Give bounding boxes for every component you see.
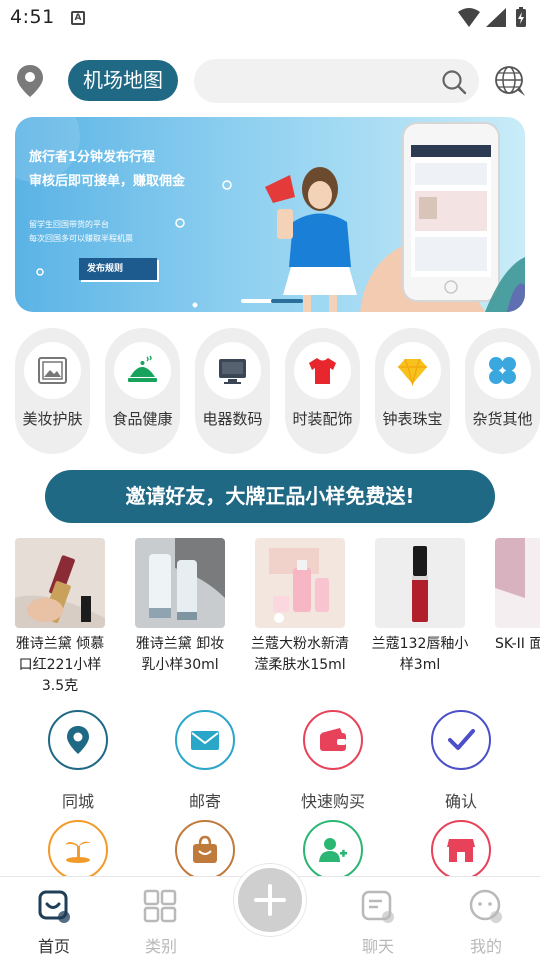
category-label: 钟表珠宝 xyxy=(382,410,443,428)
service-label: 同城 xyxy=(61,792,94,811)
wallet-icon xyxy=(320,728,346,751)
banner-subtext-2: 每次回国多可以赚取半程机票 xyxy=(29,234,133,243)
product-name: 兰蔻大粉水新清滢柔肤水15ml xyxy=(251,636,349,673)
banner-headline-1: 旅行者1分钟发布行程 xyxy=(29,150,156,165)
grid-icon xyxy=(143,889,177,923)
food-cloche-icon xyxy=(128,355,157,382)
service-label: 邮寄 xyxy=(188,792,221,811)
product-image xyxy=(375,538,465,628)
palm-island-icon xyxy=(65,841,91,863)
category-label: 电器数码 xyxy=(202,410,263,428)
publish-rules-button[interactable]: 发布规则 xyxy=(79,258,157,280)
monitor-icon xyxy=(219,359,246,384)
checkmark-icon xyxy=(448,729,475,750)
category-label: 美妆护肤 xyxy=(22,410,83,428)
clover-icon xyxy=(489,357,516,384)
publish-plus-button[interactable] xyxy=(234,864,306,936)
banner-dot[interactable] xyxy=(271,299,303,303)
nav-home[interactable]: 首页 xyxy=(19,887,89,957)
product-name: 兰蔻132唇釉小样3ml xyxy=(371,636,469,673)
status-bar: 4:51 A xyxy=(0,0,540,36)
category-label: 杂货其他 xyxy=(472,410,533,428)
service-travel[interactable] xyxy=(28,820,128,880)
product-image xyxy=(15,538,105,628)
product-image xyxy=(135,538,225,628)
diamond-icon xyxy=(398,358,427,386)
category-jewelry[interactable]: 钟表珠宝 xyxy=(375,328,450,454)
status-icons xyxy=(456,6,532,34)
header: 机场地图 xyxy=(0,58,540,104)
category-label: 时装配饰 xyxy=(292,410,353,428)
wifi-icon xyxy=(458,8,480,27)
product-card[interactable]: 雅诗兰黛 卸妆乳小样30ml xyxy=(135,538,235,676)
service-mail[interactable]: 邮寄 xyxy=(155,710,255,812)
category-electronics[interactable]: 电器数码 xyxy=(195,328,270,454)
globe-chat-icon[interactable] xyxy=(493,64,527,98)
photo-frame-icon xyxy=(38,357,67,384)
nav-label: 我的 xyxy=(469,937,502,956)
location-pin-icon xyxy=(67,726,89,754)
search-bar[interactable] xyxy=(194,59,479,103)
service-label: 快速购买 xyxy=(300,792,365,811)
product-image xyxy=(255,538,345,628)
nav-label: 首页 xyxy=(37,937,70,956)
product-card[interactable]: 兰蔻132唇釉小样3ml xyxy=(372,538,475,676)
product-card[interactable]: SK-II 面 xyxy=(495,538,540,655)
nav-label: 类别 xyxy=(144,937,177,956)
store-icon xyxy=(447,839,475,862)
banner-subtext-1: 留学生回国带货的平台 xyxy=(29,220,109,229)
category-other[interactable]: 杂货其他 xyxy=(465,328,540,454)
search-input[interactable] xyxy=(208,59,428,103)
service-confirm[interactable]: 确认 xyxy=(411,710,511,812)
promo-banner[interactable]: 旅行者1分钟发布行程 审核后即可接单，赚取佣金 留学生回国带货的平台 每次回国多… xyxy=(15,117,525,312)
banner-dot[interactable] xyxy=(241,299,273,303)
signal-icon xyxy=(486,8,506,27)
nav-chat[interactable]: 聊天 xyxy=(343,887,413,957)
search-icon[interactable] xyxy=(441,69,467,95)
product-card[interactable]: 雅诗兰黛 倾慕口红221小样3.5克 xyxy=(15,538,115,697)
service-same-city[interactable]: 同城 xyxy=(28,710,128,812)
location-pin-icon[interactable] xyxy=(15,64,45,98)
service-shopping[interactable] xyxy=(155,820,255,880)
profile-icon xyxy=(469,889,502,923)
nav-category[interactable]: 类别 xyxy=(126,887,196,957)
status-time: 4:51 xyxy=(10,6,55,28)
shopping-bag-icon xyxy=(193,835,217,863)
home-icon xyxy=(38,890,70,923)
service-store[interactable] xyxy=(411,820,511,880)
category-food[interactable]: 食品健康 xyxy=(105,328,180,454)
a-box-icon: A xyxy=(71,11,85,25)
nav-label: 聊天 xyxy=(361,937,394,956)
tshirt-icon xyxy=(309,358,336,384)
invite-friends-button[interactable]: 邀请好友，大牌正品小样免费送! xyxy=(45,470,495,523)
category-label: 食品健康 xyxy=(112,410,173,428)
product-row: 雅诗兰黛 倾慕口红221小样3.5克 雅诗兰黛 卸妆乳小样30ml 兰蔻大粉水新… xyxy=(15,538,540,698)
product-name: SK-II 面 xyxy=(495,636,540,652)
nav-profile[interactable]: 我的 xyxy=(451,887,521,957)
service-quick-buy[interactable]: 快速购买 xyxy=(283,710,383,812)
service-label: 确认 xyxy=(444,792,477,811)
add-user-icon xyxy=(319,838,347,862)
category-beauty[interactable]: 美妆护肤 xyxy=(15,328,90,454)
product-card[interactable]: 兰蔻大粉水新清滢柔肤水15ml xyxy=(251,538,355,676)
envelope-icon xyxy=(191,731,219,750)
banner-headline-2: 审核后即可接单，赚取佣金 xyxy=(29,174,186,189)
product-image xyxy=(495,538,540,628)
airport-map-button[interactable]: 机场地图 xyxy=(68,60,178,101)
home-screen: 4:51 A 机场地图 旅行者1分钟发布行程 审核后即可接单，赚取佣金 留学生回… xyxy=(0,0,540,960)
battery-charging-icon xyxy=(516,7,526,27)
plus-icon xyxy=(254,884,286,916)
service-add-user[interactable] xyxy=(283,820,383,880)
product-name: 雅诗兰黛 卸妆乳小样30ml xyxy=(135,636,225,673)
category-fashion[interactable]: 时装配饰 xyxy=(285,328,360,454)
product-name: 雅诗兰黛 倾慕口红221小样3.5克 xyxy=(15,636,105,694)
chat-icon xyxy=(361,890,394,923)
category-row: 美妆护肤 食品健康 电器数码 时装配饰 钟表珠宝 杂货其他 xyxy=(15,328,540,454)
